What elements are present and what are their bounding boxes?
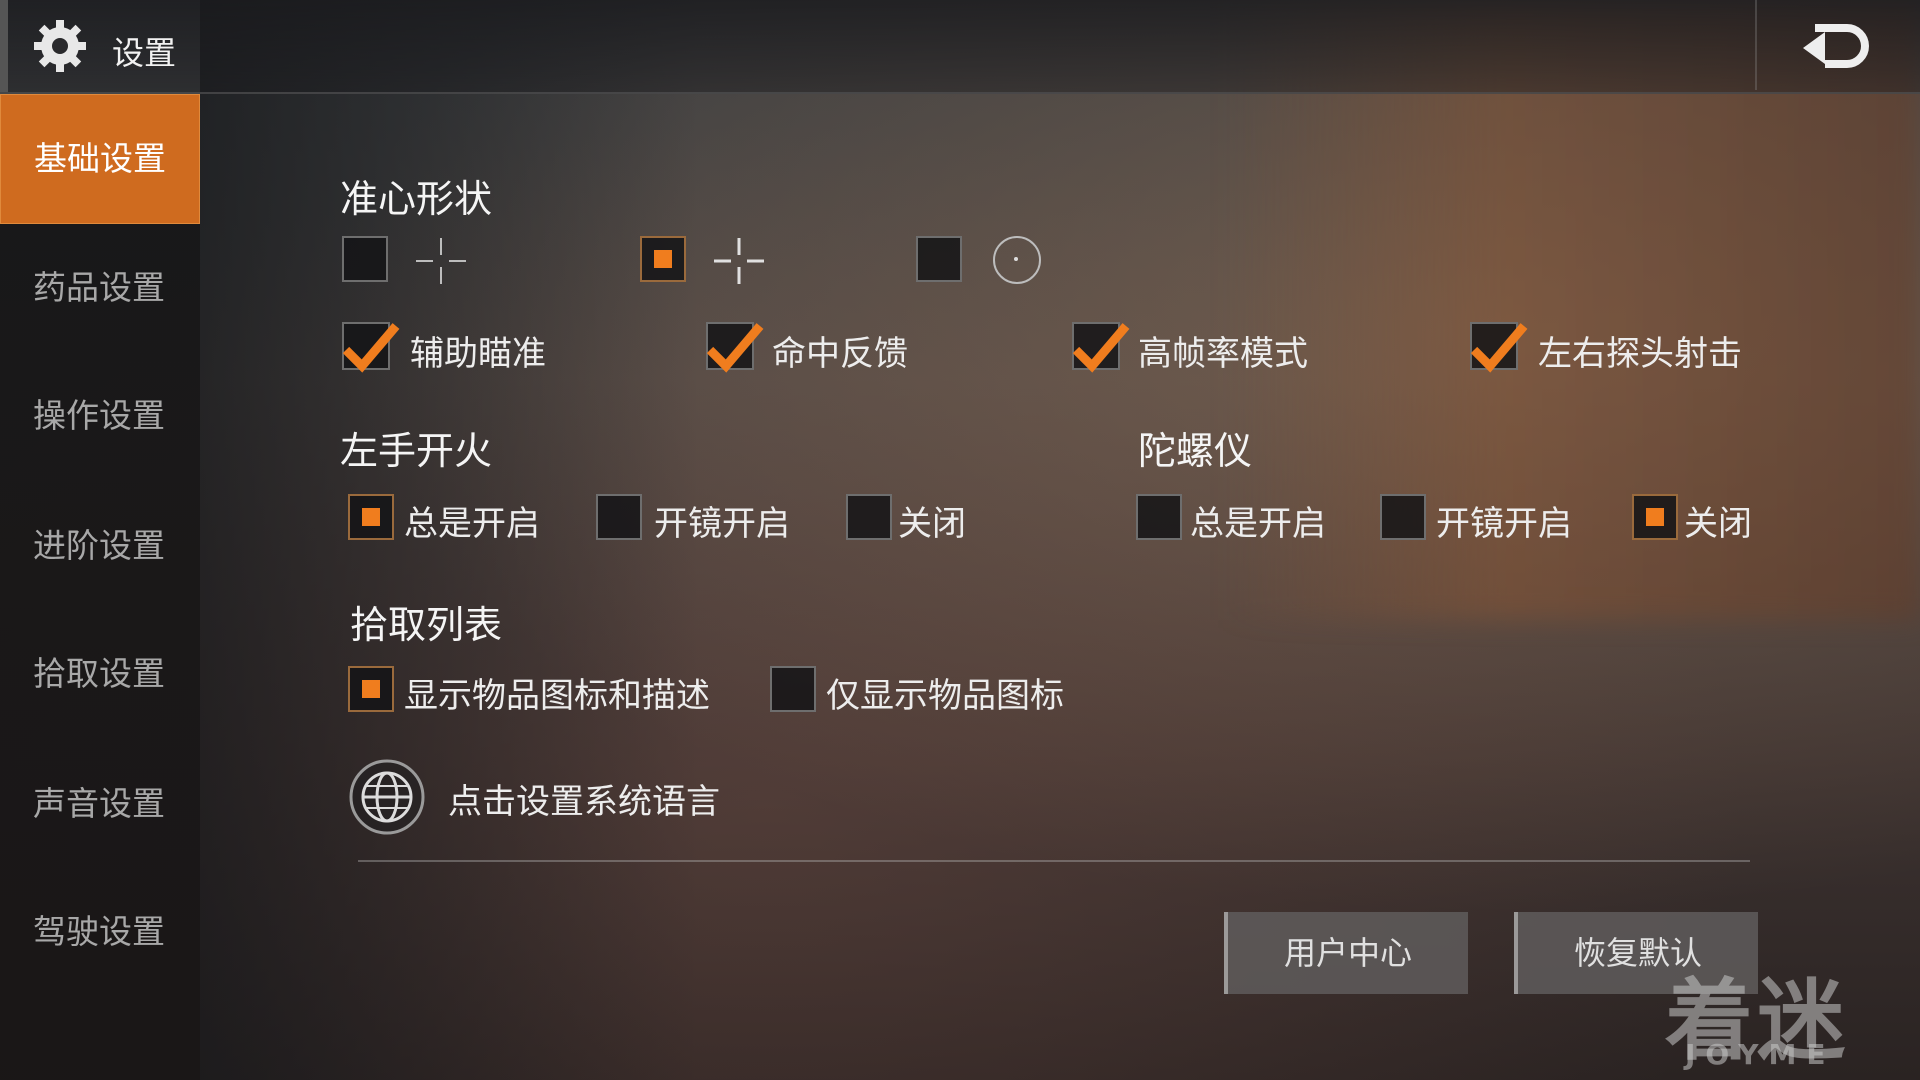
lean-fire-checkbox[interactable] <box>1470 322 1528 373</box>
circle-dot-icon <box>993 236 1041 284</box>
pickup-icon-only-radio[interactable] <box>770 666 816 712</box>
gyro-off-label: 关闭 <box>1684 504 1752 544</box>
left-fire-scope-radio[interactable] <box>596 494 642 540</box>
crosshair-option-1-checkbox[interactable] <box>342 236 388 282</box>
gyro-scope-label: 开镜开启 <box>1436 504 1572 544</box>
left-fire-heading: 左手开火 <box>340 429 493 473</box>
gyro-always-radio[interactable] <box>1136 494 1182 540</box>
hit-feedback-checkbox[interactable] <box>706 322 764 373</box>
gyroscope-heading: 陀螺仪 <box>1138 429 1253 473</box>
gyro-scope-radio[interactable] <box>1380 494 1426 540</box>
crosshair-option-2-checkbox[interactable] <box>640 236 686 282</box>
lean-fire-label: 左右探头射击 <box>1538 334 1742 374</box>
aim-assist-checkbox[interactable] <box>342 322 400 373</box>
gyro-always-label: 总是开启 <box>1190 504 1326 544</box>
left-fire-always-radio[interactable] <box>348 494 394 540</box>
hit-feedback-label: 命中反馈 <box>772 334 908 374</box>
watermark-sub: JOYME <box>1685 1038 1836 1071</box>
language-setting-link[interactable]: 点击设置系统语言 <box>448 774 720 823</box>
divider <box>358 860 1750 862</box>
left-fire-off-label: 关闭 <box>898 504 966 544</box>
left-fire-always-label: 总是开启 <box>404 504 540 544</box>
settings-content: 准心形状 辅助瞄准 命中反馈 高帧率模式 左右探头射击 左手开火 总是开启 开镜… <box>0 0 1920 1080</box>
checkmark-icon <box>342 323 400 373</box>
high-framerate-checkbox[interactable] <box>1072 322 1130 373</box>
pickup-icon-desc-label: 显示物品图标和描述 <box>404 676 710 716</box>
globe-icon[interactable] <box>348 758 426 836</box>
pickup-list-heading: 拾取列表 <box>350 603 503 647</box>
checkmark-icon <box>1072 323 1130 373</box>
pickup-icon-desc-radio[interactable] <box>348 666 394 712</box>
aim-assist-label: 辅助瞄准 <box>410 334 546 374</box>
gyro-off-radio[interactable] <box>1632 494 1678 540</box>
checkmark-icon <box>1470 323 1528 373</box>
left-fire-scope-label: 开镜开启 <box>654 504 790 544</box>
crosshair-heading: 准心形状 <box>340 177 493 221</box>
watermark-logo: 着迷 JOYME <box>1665 950 1849 1077</box>
user-center-button[interactable]: 用户中心 <box>1224 912 1468 994</box>
crosshair-thick-icon <box>714 238 764 284</box>
pickup-icon-only-label: 仅显示物品图标 <box>826 676 1064 716</box>
left-fire-off-radio[interactable] <box>846 494 892 540</box>
crosshair-option-3-checkbox[interactable] <box>916 236 962 282</box>
high-framerate-label: 高帧率模式 <box>1138 334 1308 374</box>
crosshair-thin-icon <box>416 238 466 284</box>
checkmark-icon <box>706 323 764 373</box>
